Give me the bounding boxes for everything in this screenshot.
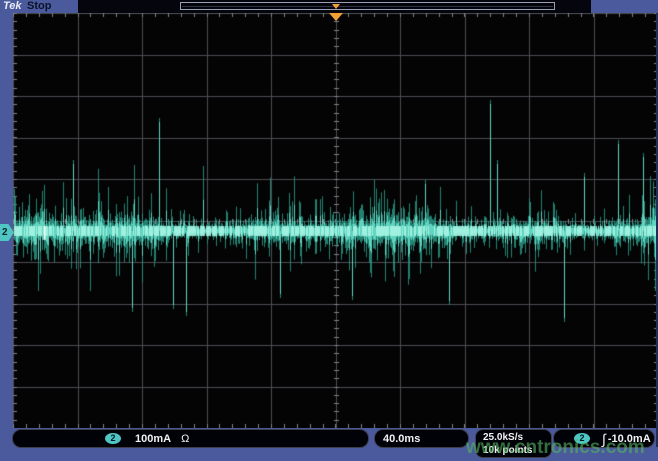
acquisition-state: Stop — [27, 0, 51, 13]
channel-2-readout: 2 100mA Ω — [12, 429, 369, 448]
status-bar-backdrop — [78, 0, 591, 13]
waveform-display — [13, 13, 658, 428]
channel-2-position-marker[interactable]: 2 — [0, 224, 14, 241]
channel-impedance-value: Ω — [181, 433, 189, 445]
channel-scale-value: 100mA — [135, 433, 171, 445]
oscilloscope-screen: Tek Stop 2 2 100mA Ω 40.0ms 25.0kS/s 10k… — [0, 0, 658, 461]
record-position-bar[interactable] — [180, 2, 555, 10]
trigger-position-indicator-icon[interactable] — [332, 4, 340, 9]
record-bar-baseline — [182, 6, 553, 7]
channel-2-badge: 2 — [105, 433, 121, 444]
timebase-value: 40.0ms — [383, 433, 420, 445]
watermark-text: www.cntronics.com — [466, 437, 645, 459]
status-bar: Tek Stop — [0, 0, 658, 13]
timebase-readout: 40.0ms — [374, 429, 469, 448]
tek-logo: Tek — [3, 0, 22, 13]
graticule-area — [13, 13, 658, 428]
trigger-position-marker-icon[interactable] — [329, 13, 343, 21]
